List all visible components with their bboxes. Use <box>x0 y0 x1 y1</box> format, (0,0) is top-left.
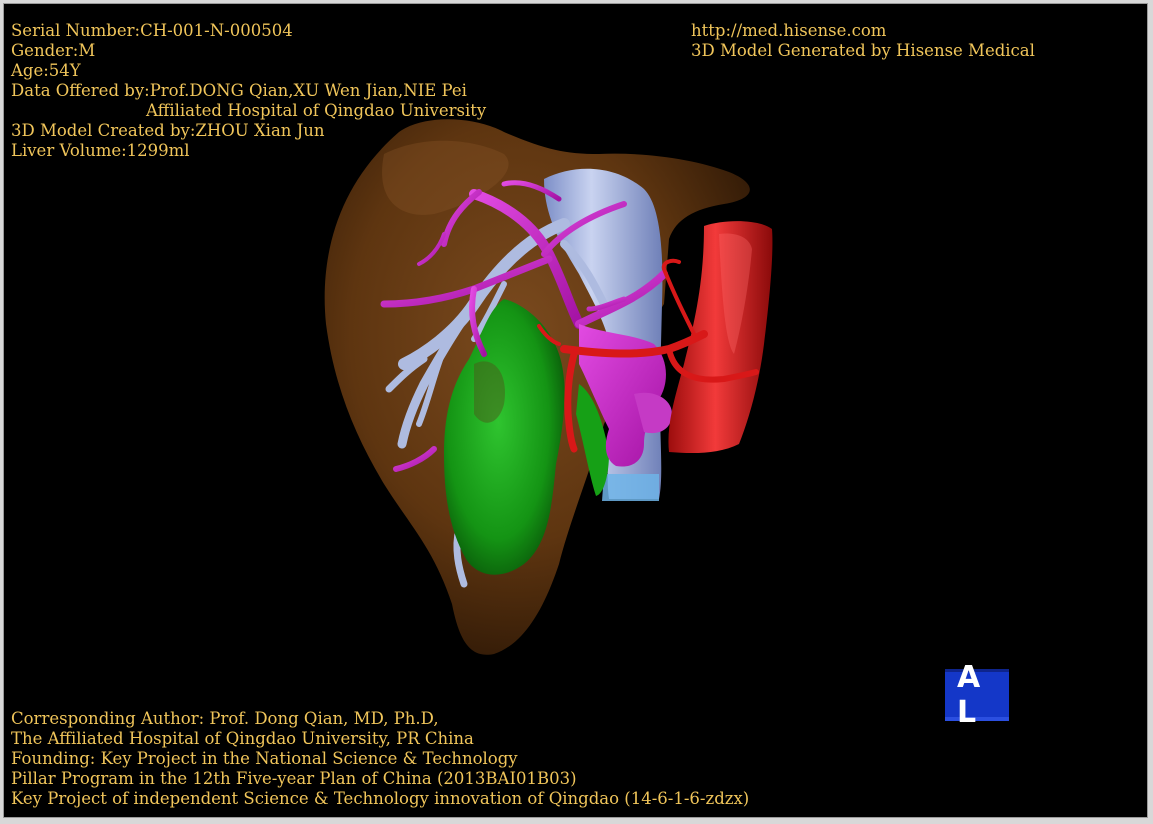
model-created-by: 3D Model Created by:ZHOU Xian Jun <box>11 121 325 140</box>
credit-line-2: The Affiliated Hospital of Qingdao Unive… <box>11 729 474 748</box>
ivc-lower <box>602 474 659 501</box>
render-viewport[interactable]: Serial Number:CH-001-N-000504 Gender:M A… <box>3 3 1148 818</box>
vendor-url: http://med.hisense.com <box>691 21 887 40</box>
orientation-cube[interactable]: A L <box>945 660 1009 730</box>
patient-info-block: Serial Number:CH-001-N-000504 Gender:M A… <box>11 21 486 161</box>
vendor-info-block: http://med.hisense.com 3D Model Generate… <box>691 21 1035 61</box>
liver-volume: Liver Volume:1299ml <box>11 141 190 160</box>
serial-number: Serial Number:CH-001-N-000504 <box>11 21 293 40</box>
credit-line-5: Key Project of independent Science & Tec… <box>11 789 750 808</box>
age: Age:54Y <box>11 61 81 80</box>
data-offered-by: Data Offered by:Prof.DONG Qian,XU Wen Ji… <box>11 81 467 100</box>
credit-line-1: Corresponding Author: Prof. Dong Qian, M… <box>11 709 439 728</box>
gender: Gender:M <box>11 41 96 60</box>
credits-block: Corresponding Author: Prof. Dong Qian, M… <box>11 709 749 809</box>
generated-by: 3D Model Generated by Hisense Medical <box>691 41 1035 60</box>
credit-line-4: Pillar Program in the 12th Five-year Pla… <box>11 769 577 788</box>
credit-line-3: Founding: Key Project in the National Sc… <box>11 749 518 768</box>
hospital-name: Affiliated Hospital of Qingdao Universit… <box>146 101 487 120</box>
